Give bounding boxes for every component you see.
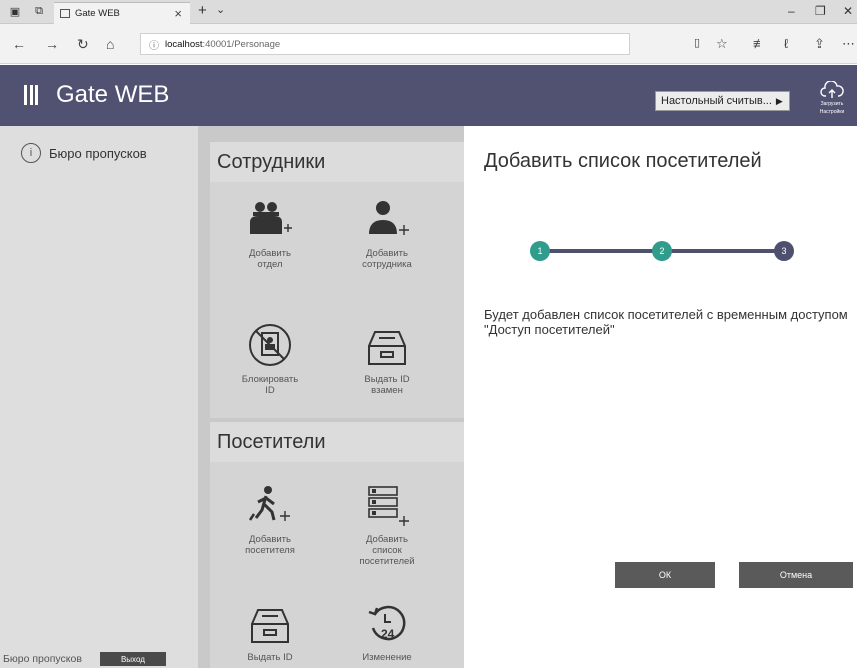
add-visitor-list-label-1: Добавить — [366, 534, 408, 545]
sidebar-footer: Бюро пропусков Выход — [3, 650, 166, 668]
browser-tab-bar: ▣ ⧉ Gate WEB × + ⌄ – ❐ ✕ — [0, 0, 857, 24]
new-tab-icon[interactable]: + — [198, 2, 207, 19]
pen-icon[interactable]: ℓ — [784, 36, 788, 51]
walking-visitor-icon — [248, 486, 290, 521]
ok-button[interactable]: ОК — [615, 562, 715, 588]
upload-label-2: Настройки — [819, 109, 845, 115]
block-id-label-2: ID — [265, 385, 275, 396]
block-id-icon — [249, 324, 291, 366]
add-visitor-button[interactable]: Добавить посетителя — [220, 478, 320, 556]
app-header: Gate WEB Настольный считыв... ▶ Загрузит… — [0, 65, 857, 126]
tab-preview-icon[interactable]: ⧉ — [30, 3, 48, 21]
url-host: localhost — [165, 38, 203, 50]
add-employee-icon — [369, 201, 409, 235]
reading-view-icon[interactable]: ▯ — [694, 36, 700, 49]
add-employee-label-1: Добавить — [366, 248, 408, 259]
actions-panel: Сотрудники Добавить отдел Добавить сотру… — [198, 126, 464, 668]
cancel-button[interactable]: Отмена — [739, 562, 853, 588]
add-department-button[interactable]: Добавить отдел — [220, 192, 320, 270]
department-icon — [250, 202, 292, 234]
add-department-label-2: отдел — [257, 259, 283, 270]
dialog-title: Добавить список посетителей — [484, 150, 762, 172]
refresh-icon[interactable]: ↻ — [77, 36, 89, 53]
home-icon[interactable]: ⌂ — [106, 36, 114, 52]
issue-id-label: Выдать ID — [247, 652, 293, 663]
add-employee-button[interactable]: Добавить сотрудника — [337, 192, 437, 270]
favorites-list-icon[interactable]: ≢ — [753, 36, 766, 51]
add-visitor-list-button[interactable]: Добавить список посетителей — [337, 478, 437, 567]
add-visitor-label-2: посетителя — [245, 545, 295, 556]
maximize-icon[interactable]: ❐ — [815, 4, 826, 18]
pass-bureau-icon: i — [21, 143, 41, 163]
visitors-header: Посетители — [210, 422, 464, 462]
footer-label: Бюро пропусков — [3, 653, 82, 665]
step-2: 2 — [652, 241, 672, 261]
sidebar-item-pass-bureau[interactable]: i Бюро пропусков — [21, 143, 147, 163]
close-tab-icon[interactable]: × — [174, 6, 182, 21]
reader-selector[interactable]: Настольный считыв... ▶ — [655, 91, 790, 111]
dialog-message: Будет добавлен список посетителей с врем… — [484, 307, 848, 337]
tray-icon — [251, 609, 289, 643]
employees-header: Сотрудники — [210, 142, 464, 182]
add-visitor-list-label-2: список — [372, 545, 402, 556]
sidebar-item-label: Бюро пропусков — [49, 145, 147, 161]
issue-id-replacement-label-2: взамен — [371, 385, 403, 396]
add-visitor-label-1: Добавить — [249, 534, 291, 545]
add-department-label-1: Добавить — [249, 248, 291, 259]
add-visitor-list-label-3: посетителей — [359, 556, 415, 567]
svg-text:24: 24 — [381, 627, 395, 641]
tab-title: Gate WEB — [75, 8, 120, 19]
step-3: 3 — [774, 241, 794, 261]
play-arrow-icon: ▶ — [775, 95, 783, 106]
add-employee-label-2: сотрудника — [362, 259, 412, 270]
block-id-button[interactable]: Блокировать ID — [220, 318, 320, 396]
cloud-upload-icon — [820, 81, 844, 98]
tab-icon — [60, 9, 70, 18]
visitor-list-icon — [368, 486, 409, 526]
share-icon[interactable]: ⇪ — [814, 36, 825, 52]
reader-label: Настольный считыв... — [661, 95, 772, 107]
upload-settings-button[interactable]: Загрузить Настройки — [812, 81, 852, 115]
step-1: 1 — [530, 241, 550, 261]
favorite-icon[interactable]: ☆ — [716, 36, 728, 52]
forward-icon[interactable]: → — [45, 36, 59, 52]
back-icon[interactable]: ← — [12, 36, 26, 52]
change-button[interactable]: 24 Изменение — [337, 596, 437, 663]
stepper: 1 2 3 — [528, 238, 796, 264]
employees-actions: Добавить отдел Добавить сотрудника Блоки… — [210, 182, 464, 418]
url-field[interactable]: ⓘ localhost :40001/Personage — [140, 33, 630, 55]
visitors-actions: Добавить посетителя Добавить список посе… — [210, 462, 464, 668]
app-title: Gate WEB — [56, 81, 170, 108]
sidebar: i Бюро пропусков Бюро пропусков Выход — [0, 126, 198, 668]
tray-icon — [368, 331, 406, 365]
issue-id-button[interactable]: Выдать ID — [220, 596, 320, 663]
menu-icon[interactable] — [24, 85, 38, 105]
issue-id-replacement-button[interactable]: Выдать ID взамен — [337, 318, 437, 396]
add-visitor-list-dialog: Добавить список посетителей 1 2 3 Будет … — [464, 126, 857, 668]
url-path: :40001/Personage — [202, 38, 281, 50]
chevron-down-icon[interactable]: ⌄ — [216, 3, 225, 16]
close-window-icon[interactable]: ✕ — [843, 4, 853, 18]
history-24-icon: 24 — [368, 605, 406, 641]
info-icon: ⓘ — [149, 40, 159, 52]
address-bar: ← → ↻ ⌂ ⓘ localhost :40001/Personage ▯ ☆… — [0, 24, 857, 64]
browser-tab[interactable]: Gate WEB × — [54, 2, 190, 24]
change-label: Изменение — [362, 652, 412, 663]
issue-id-replacement-label-1: Выдать ID — [364, 374, 410, 385]
upload-label-1: Загрузить — [820, 101, 844, 107]
block-id-label-1: Блокировать — [241, 374, 299, 385]
minimize-icon[interactable]: – — [788, 4, 795, 18]
more-icon[interactable]: ⋯ — [842, 36, 855, 52]
logout-button[interactable]: Выход — [99, 652, 166, 666]
tab-actions-icon[interactable]: ▣ — [6, 3, 24, 21]
